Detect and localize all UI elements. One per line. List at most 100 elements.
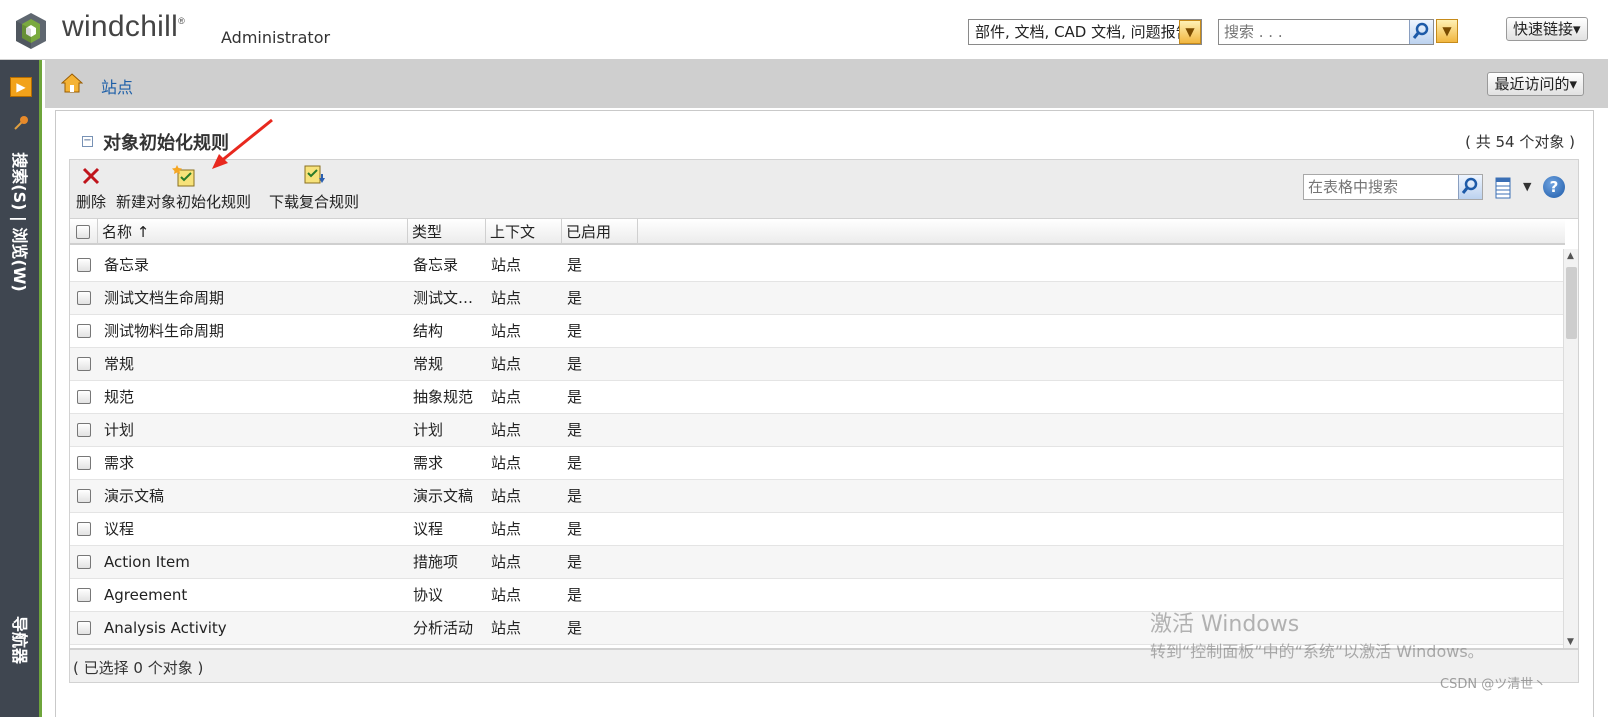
row-enabled: 是 xyxy=(567,553,583,571)
column-header-type[interactable]: 类型 xyxy=(408,219,486,245)
search-type-select[interactable]: 部件, 文档, CAD 文档, 问题报告 ▼ xyxy=(968,19,1202,45)
expand-navigator-icon[interactable]: ▶ xyxy=(10,77,32,97)
row-enabled: 是 xyxy=(567,487,583,505)
table-row[interactable]: 测试物料生命周期 结构 站点 是 xyxy=(70,315,1565,348)
row-type: 演示文稿 xyxy=(413,487,474,505)
table-body: 备忘录 备忘录 站点是测试文档生命周期 测试文… 站点是测试物料生命周期 结构 站点是常规常… xyxy=(70,249,1565,645)
row-context: 站点 xyxy=(491,454,522,472)
search-input[interactable] xyxy=(1219,20,1399,44)
table-row[interactable]: 备忘录 备忘录 站点 是 xyxy=(70,249,1565,282)
row-context: 站点 xyxy=(491,256,522,274)
row-type: 需求 xyxy=(413,454,444,472)
row-checkbox[interactable] xyxy=(77,258,91,272)
row-name[interactable]: 常规 xyxy=(104,348,404,381)
new-rule-icon xyxy=(171,165,194,187)
row-type: 议程 xyxy=(413,520,444,538)
row-name[interactable]: 议程 xyxy=(104,513,404,546)
row-context: 站点 xyxy=(491,487,522,505)
table-row[interactable]: Agreement 协议 站点 是 xyxy=(70,579,1565,612)
delete-button[interactable]: 删除 xyxy=(76,164,106,212)
row-checkbox[interactable] xyxy=(77,621,91,635)
row-type: 抽象规范 xyxy=(413,388,474,406)
row-checkbox[interactable] xyxy=(77,390,91,404)
row-name[interactable]: 需求 xyxy=(104,447,404,480)
row-checkbox[interactable] xyxy=(77,324,91,338)
row-checkbox[interactable] xyxy=(77,588,91,602)
row-context: 站点 xyxy=(491,520,522,538)
column-header-enabled[interactable]: 已启用 xyxy=(562,219,638,245)
row-enabled: 是 xyxy=(567,454,583,472)
row-checkbox[interactable] xyxy=(77,555,91,569)
row-name[interactable]: Analysis Activity xyxy=(104,612,404,645)
search-browse-tab[interactable]: 搜索(S) | 浏览(W) xyxy=(9,152,33,291)
select-all-checkbox[interactable] xyxy=(76,225,90,239)
row-name[interactable]: Action Item xyxy=(104,546,404,579)
download-rule-icon xyxy=(304,165,325,184)
column-settings-chevron-icon[interactable]: ▼ xyxy=(1523,180,1531,193)
table-row[interactable]: 规范 抽象规范 站点 是 xyxy=(70,381,1565,414)
row-context: 站点 xyxy=(491,553,522,571)
breadcrumb-bar: 站点 最近访问的▾ xyxy=(45,60,1608,108)
row-context: 站点 xyxy=(491,322,522,340)
row-checkbox[interactable] xyxy=(77,456,91,470)
row-checkbox[interactable] xyxy=(77,291,91,305)
row-type: 计划 xyxy=(413,421,444,439)
chevron-down-icon[interactable]: ▼ xyxy=(1179,20,1201,44)
row-name[interactable]: Agreement xyxy=(104,579,404,612)
row-enabled: 是 xyxy=(567,619,583,637)
collapse-icon[interactable]: − xyxy=(82,136,93,147)
row-context: 站点 xyxy=(491,421,522,439)
table-row[interactable]: 常规 常规 站点 是 xyxy=(70,348,1565,381)
row-enabled: 是 xyxy=(567,586,583,604)
column-settings-icon[interactable] xyxy=(1495,177,1511,199)
quick-links-button[interactable]: 快速链接▾ xyxy=(1506,17,1588,41)
scrollbar-thumb[interactable] xyxy=(1566,267,1577,339)
row-name[interactable]: 测试物料生命周期 xyxy=(104,315,404,348)
row-context: 站点 xyxy=(491,586,522,604)
row-checkbox[interactable] xyxy=(77,489,91,503)
row-name[interactable]: 测试文档生命周期 xyxy=(104,282,404,315)
recently-visited-button[interactable]: 最近访问的▾ xyxy=(1487,72,1584,96)
table-row[interactable]: 需求 需求 站点 是 xyxy=(70,447,1565,480)
table-search[interactable] xyxy=(1303,174,1483,200)
global-search[interactable] xyxy=(1218,19,1434,45)
scroll-up-icon[interactable]: ▲ xyxy=(1567,251,1574,261)
row-enabled: 是 xyxy=(567,520,583,538)
table-row[interactable]: Action Item 措施项 站点 是 xyxy=(70,546,1565,579)
row-checkbox[interactable] xyxy=(77,522,91,536)
table-row[interactable]: 测试文档生命周期 测试文… 站点 是 xyxy=(70,282,1565,315)
table-row[interactable]: 议程 议程 站点 是 xyxy=(70,513,1565,546)
row-checkbox[interactable] xyxy=(77,423,91,437)
home-icon[interactable] xyxy=(61,72,83,94)
vertical-scrollbar[interactable]: ▲ ▼ xyxy=(1563,249,1578,648)
column-header-context[interactable]: 上下文 xyxy=(486,219,562,245)
table-search-input[interactable] xyxy=(1304,175,1454,199)
row-context: 站点 xyxy=(491,619,522,637)
rules-table: 名称 ↑ 类型 上下文 已启用 备忘录 备忘录 站点是测试文档生命周期 测试文… 站点是… xyxy=(69,219,1579,649)
download-composite-rule-button[interactable]: 下载复合规则 xyxy=(269,164,359,212)
help-icon[interactable]: ? xyxy=(1543,176,1565,198)
row-checkbox[interactable] xyxy=(77,357,91,371)
row-name[interactable]: 演示文稿 xyxy=(104,480,404,513)
row-context: 站点 xyxy=(491,355,522,373)
search-button[interactable] xyxy=(1409,20,1433,44)
table-search-button[interactable] xyxy=(1458,175,1482,199)
scroll-down-icon[interactable]: ▼ xyxy=(1567,637,1574,647)
row-name[interactable]: 计划 xyxy=(104,414,404,447)
row-name[interactable]: 备忘录 xyxy=(104,249,404,282)
row-enabled: 是 xyxy=(567,289,583,307)
search-options-chevron-icon[interactable]: ▼ xyxy=(1436,19,1458,43)
main-panel: − 对象初始化规则 ( 共 54 个对象 ) 删除 新建对象初始化规则 下载复合… xyxy=(55,110,1594,717)
delete-icon xyxy=(82,167,100,185)
table-row[interactable]: 演示文稿 演示文稿 站点是 xyxy=(70,480,1565,513)
column-header-name[interactable]: 名称 ↑ xyxy=(98,219,408,245)
top-header: windchill® Administrator 部件, 文档, CAD 文档,… xyxy=(0,0,1608,60)
table-row[interactable]: 计划 计划 站点 是 xyxy=(70,414,1565,447)
object-count: ( 共 54 个对象 ) xyxy=(1465,133,1575,151)
breadcrumb-site-link[interactable]: 站点 xyxy=(101,74,133,98)
row-context: 站点 xyxy=(491,289,522,307)
row-name[interactable]: 规范 xyxy=(104,381,404,414)
navigator-tab[interactable]: 导航器 xyxy=(9,616,33,664)
pin-icon[interactable] xyxy=(12,114,30,132)
row-type: 协议 xyxy=(413,586,444,604)
